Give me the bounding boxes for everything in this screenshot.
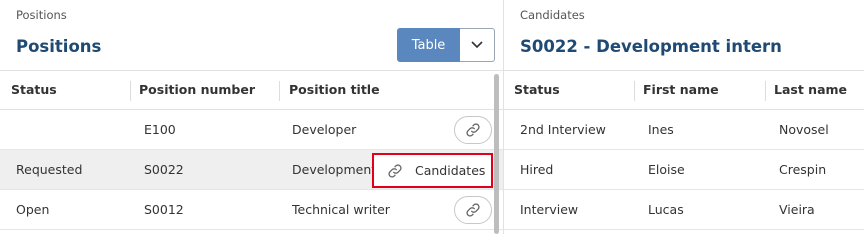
- cell-last-name: Novosel: [779, 122, 829, 137]
- column-header-status[interactable]: Status: [11, 71, 57, 109]
- column-divider[interactable]: [130, 81, 131, 101]
- cell-status: [16, 110, 126, 149]
- column-header-first-name[interactable]: First name: [643, 71, 719, 109]
- link-icon: [466, 203, 480, 217]
- column-header-last-name[interactable]: Last name: [774, 71, 847, 109]
- cell-status: Open: [16, 202, 50, 217]
- table-row[interactable]: 2nd Interview Ines Novosel: [504, 110, 864, 150]
- breadcrumb[interactable]: Positions: [16, 8, 67, 22]
- positions-panel: Positions Positions Table Status Positio…: [0, 0, 504, 234]
- link-icon: [466, 123, 480, 137]
- table-row[interactable]: Open S0012 Technical writer: [0, 190, 503, 230]
- table-view-button[interactable]: Table: [397, 28, 460, 62]
- cell-status: Requested: [16, 162, 83, 177]
- row-link-button[interactable]: [454, 116, 492, 144]
- table-row[interactable]: Hired Eloise Crespin: [504, 150, 864, 190]
- page-title: S0022 - Development intern: [520, 37, 782, 56]
- cell-status: Hired: [520, 162, 554, 177]
- cell-status: Interview: [520, 202, 579, 217]
- table-row[interactable]: E100 Developer: [0, 110, 503, 150]
- table-header: Status Position number Position title: [0, 70, 503, 110]
- cell-position-title: Developer: [292, 122, 357, 137]
- cell-status: 2nd Interview: [520, 122, 606, 137]
- cell-first-name: Ines: [648, 122, 674, 137]
- breadcrumb[interactable]: Candidates: [520, 8, 585, 22]
- view-dropdown-button[interactable]: [460, 28, 495, 62]
- cell-last-name: Crespin: [779, 162, 827, 177]
- table-row-selected[interactable]: Requested S0022 Development intern Candi…: [0, 150, 503, 190]
- cell-position-title: Technical writer: [292, 202, 390, 217]
- column-header-status[interactable]: Status: [514, 71, 560, 109]
- candidates-button-label: Candidates: [415, 163, 486, 178]
- cell-first-name: Lucas: [648, 202, 684, 217]
- view-switcher: Table: [397, 28, 495, 62]
- cell-first-name: Eloise: [648, 162, 685, 177]
- table-row[interactable]: Interview Lucas Vieira: [504, 190, 864, 230]
- column-divider[interactable]: [279, 81, 280, 101]
- row-link-button[interactable]: [454, 196, 492, 224]
- vertical-scrollbar[interactable]: [494, 74, 499, 234]
- cell-position-number: E100: [144, 122, 176, 137]
- column-header-position-number[interactable]: Position number: [139, 71, 255, 109]
- cell-position-number: S0022: [144, 162, 184, 177]
- chevron-down-icon: [471, 41, 483, 49]
- cell-last-name: Vieira: [779, 202, 815, 217]
- table-header: Status First name Last name: [504, 70, 864, 110]
- page-title: Positions: [16, 37, 102, 56]
- column-header-position-title[interactable]: Position title: [289, 71, 380, 109]
- cell-position-number: S0012: [144, 202, 184, 217]
- candidates-button[interactable]: Candidates: [372, 153, 493, 188]
- link-icon: [388, 163, 402, 178]
- candidates-panel: Candidates S0022 - Development intern St…: [504, 0, 864, 234]
- column-divider[interactable]: [765, 81, 766, 101]
- column-divider[interactable]: [634, 81, 635, 101]
